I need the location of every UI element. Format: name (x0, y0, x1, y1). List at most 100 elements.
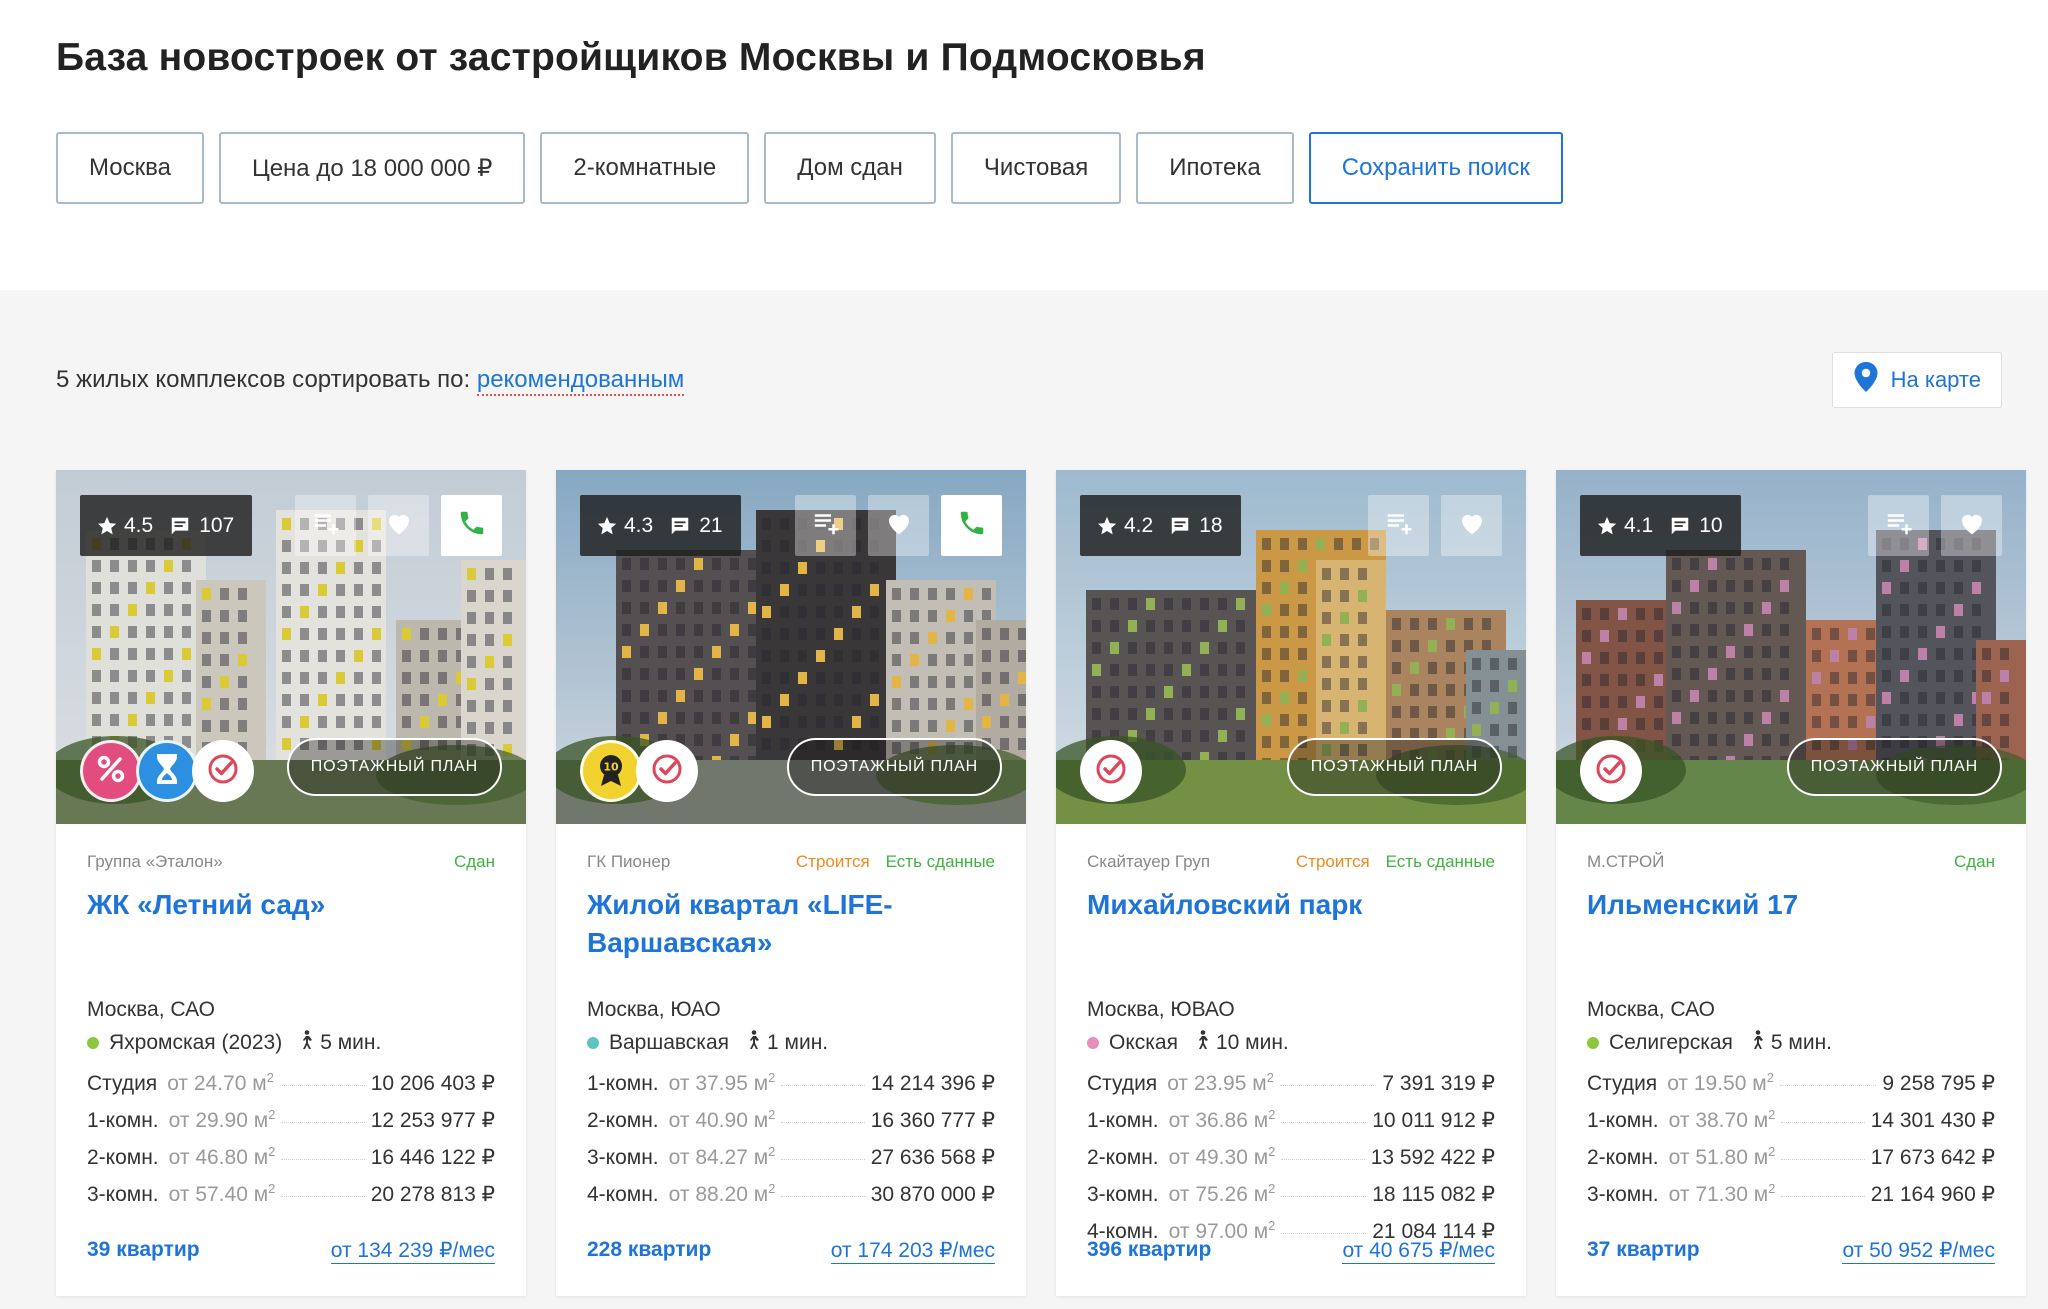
apartment-row[interactable]: 1-комн. от 37.95 м2 14 214 396 ₽ (587, 1070, 995, 1107)
mortgage-link[interactable]: от 40 675 ₽/мес (1342, 1238, 1495, 1264)
developer-name: М.СТРОЙ (1587, 852, 1665, 871)
hourglass-badge[interactable] (136, 740, 198, 802)
apartment-row[interactable]: 1-комн. от 38.70 м2 14 301 430 ₽ (1587, 1107, 1995, 1144)
map-button[interactable]: На карте (1831, 352, 2002, 408)
complex-card[interactable]: 4.2 18 ПОЭТАЖНЫЙ ПЛАН Скайтауер Груп Стр… (1056, 470, 1526, 1296)
status-group: Строится Есть сданные (796, 852, 995, 872)
apartment-row[interactable]: 2-комн. от 51.80 м2 17 673 642 ₽ (1587, 1144, 1995, 1181)
complex-photo[interactable]: 4.2 18 ПОЭТАЖНЫЙ ПЛАН (1056, 470, 1526, 824)
apartments-count-link[interactable]: 37 квартир (1587, 1238, 1700, 1264)
save-search-button[interactable]: Сохранить поиск (1308, 132, 1563, 204)
card-meta: М.СТРОЙ Сдан (1587, 850, 1995, 874)
check-shield-badge[interactable] (636, 740, 698, 802)
walking-person-icon (745, 1030, 761, 1056)
mortgage-link[interactable]: от 174 203 ₽/мес (830, 1238, 995, 1264)
apartment-area-value: от 23.95 м (1167, 1072, 1267, 1095)
apartment-row[interactable]: 3-комн. от 57.40 м2 20 278 813 ₽ (87, 1181, 495, 1218)
complex-name-link[interactable]: ЖК «Летний сад» (87, 886, 495, 970)
apartment-row[interactable]: Студия от 23.95 м2 7 391 319 ₽ (1087, 1070, 1495, 1107)
dotted-leader (781, 1122, 865, 1123)
add-to-compare-button[interactable] (1368, 495, 1429, 556)
complex-photo[interactable]: 4.3 21 10 ПОЭТАЖНЫЙ ПЛАН (556, 470, 1026, 824)
favorite-button[interactable] (368, 495, 429, 556)
mortgage-link[interactable]: от 50 952 ₽/мес (1842, 1238, 1995, 1264)
apartment-price: 12 253 977 ₽ (370, 1109, 495, 1132)
apartment-row[interactable]: 3-комн. от 84.27 м2 27 636 568 ₽ (587, 1144, 995, 1181)
page-title: База новостроек от застройщиков Москвы и… (56, 36, 1206, 79)
apartment-row[interactable]: 2-комн. от 46.80 м2 16 446 122 ₽ (87, 1144, 495, 1181)
apartment-row[interactable]: 3-комн. от 71.30 м2 21 164 960 ₽ (1587, 1181, 1995, 1218)
walk-time: 5 мин. (1749, 1030, 1832, 1056)
add-to-compare-button[interactable] (295, 495, 356, 556)
complex-card[interactable]: 4.1 10 ПОЭТАЖНЫЙ ПЛАН М.СТРОЙ Сдан Ильме… (1556, 470, 2026, 1296)
comment-icon (169, 515, 191, 537)
apartment-row[interactable]: Студия от 19.50 м2 9 258 795 ₽ (1587, 1070, 1995, 1107)
apartment-row[interactable]: 2-комн. от 49.30 м2 13 592 422 ₽ (1087, 1144, 1495, 1181)
discount-badge[interactable] (80, 740, 142, 802)
apartment-price: 16 360 777 ₽ (870, 1109, 995, 1132)
filter-house-ready[interactable]: Дом сдан (764, 132, 936, 204)
apartment-type: 1-комн. (87, 1109, 159, 1132)
dotted-leader (1281, 1196, 1367, 1197)
apartment-area: от 46.80 м2 (168, 1144, 276, 1169)
floor-plan-button[interactable]: ПОЭТАЖНЫЙ ПЛАН (786, 738, 1002, 796)
add-to-compare-button[interactable] (1868, 495, 1929, 556)
complex-card[interactable]: 4.5 107 ПОЭТАЖНЫЙ ПЛАН Группа «Эталон» С… (56, 470, 526, 1296)
feature-badges: 10 (580, 740, 698, 802)
rating-value: 4.1 (1624, 513, 1654, 537)
complex-name-link[interactable]: Михайловский парк (1087, 886, 1495, 970)
complex-name-link[interactable]: Ильменский 17 (1587, 886, 1995, 970)
apartment-list: Студия от 24.70 м2 10 206 403 ₽ 1-комн. … (87, 1070, 495, 1218)
apartment-row[interactable]: 1-комн. от 36.86 м2 10 011 912 ₽ (1087, 1107, 1495, 1144)
apartment-area-value: от 51.80 м (1668, 1146, 1769, 1169)
call-button[interactable] (441, 495, 502, 556)
award-badge[interactable]: 10 (580, 740, 642, 802)
apartment-row[interactable]: Студия от 24.70 м2 10 206 403 ₽ (87, 1070, 495, 1107)
rating-badge: 4.1 10 (1580, 495, 1741, 556)
complex-photo[interactable]: 4.1 10 ПОЭТАЖНЫЙ ПЛАН (1556, 470, 2026, 824)
check-shield-icon (1094, 752, 1128, 791)
sort-dropdown[interactable]: рекомендованным (476, 366, 685, 396)
apartment-type: 2-комн. (87, 1146, 159, 1169)
add-to-compare-button[interactable] (795, 495, 856, 556)
card-body: Скайтауер Груп Строится Есть сданные Миха… (1056, 824, 1526, 1255)
complex-photo[interactable]: 4.5 107 ПОЭТАЖНЫЙ ПЛАН (56, 470, 526, 824)
check-shield-badge[interactable] (192, 740, 254, 802)
compare-list-icon (811, 508, 841, 543)
apartments-count-link[interactable]: 39 квартир (87, 1238, 200, 1264)
filter-finishing[interactable]: Чистовая (950, 132, 1122, 204)
check-shield-badge[interactable] (1580, 740, 1642, 802)
card-meta: ГК Пионер Строится Есть сданные (587, 850, 995, 874)
status-group: Строится Есть сданные (1296, 852, 1495, 872)
apartment-row[interactable]: 1-комн. от 29.90 м2 12 253 977 ₽ (87, 1107, 495, 1144)
filter-mortgage[interactable]: Ипотека (1136, 132, 1294, 204)
favorite-button[interactable] (1941, 495, 2002, 556)
filter-city[interactable]: Москва (56, 132, 204, 204)
apartment-row[interactable]: 2-комн. от 40.90 м2 16 360 777 ₽ (587, 1107, 995, 1144)
filter-price[interactable]: Цена до 18 000 000 ₽ (218, 132, 526, 204)
check-shield-badge[interactable] (1080, 740, 1142, 802)
floor-plan-button[interactable]: ПОЭТАЖНЫЙ ПЛАН (1786, 738, 2002, 796)
apartment-area-value: от 36.86 м (1168, 1109, 1269, 1132)
star-icon (596, 515, 618, 537)
check-shield-icon (206, 752, 240, 791)
rating-value: 4.3 (624, 513, 654, 537)
apartment-row[interactable]: 4-комн. от 88.20 м2 30 870 000 ₽ (587, 1181, 995, 1218)
call-button[interactable] (941, 495, 1002, 556)
comment-icon (669, 515, 691, 537)
complex-name-link[interactable]: Жилой квартал «LIFE-Варшавская» (587, 886, 995, 970)
dotted-leader (1781, 1122, 1865, 1123)
apartment-type: 3-комн. (1087, 1183, 1159, 1206)
developer-name: Скайтауер Груп (1087, 852, 1211, 871)
floor-plan-button[interactable]: ПОЭТАЖНЫЙ ПЛАН (1286, 738, 1502, 796)
apartments-count-link[interactable]: 228 квартир (587, 1238, 711, 1264)
floor-plan-button[interactable]: ПОЭТАЖНЫЙ ПЛАН (286, 738, 502, 796)
favorite-button[interactable] (1441, 495, 1502, 556)
filter-rooms[interactable]: 2-комнатные (540, 132, 750, 204)
complex-card[interactable]: 4.3 21 10 ПОЭТАЖНЫЙ ПЛАН ГК Пионер Строи… (556, 470, 1026, 1296)
apartment-row[interactable]: 3-комн. от 75.26 м2 18 115 082 ₽ (1087, 1181, 1495, 1218)
favorite-button[interactable] (868, 495, 929, 556)
apartments-count-link[interactable]: 396 квартир (1087, 1238, 1211, 1264)
apartment-area-value: от 46.80 м (168, 1146, 269, 1169)
mortgage-link[interactable]: от 134 239 ₽/мес (330, 1238, 495, 1264)
